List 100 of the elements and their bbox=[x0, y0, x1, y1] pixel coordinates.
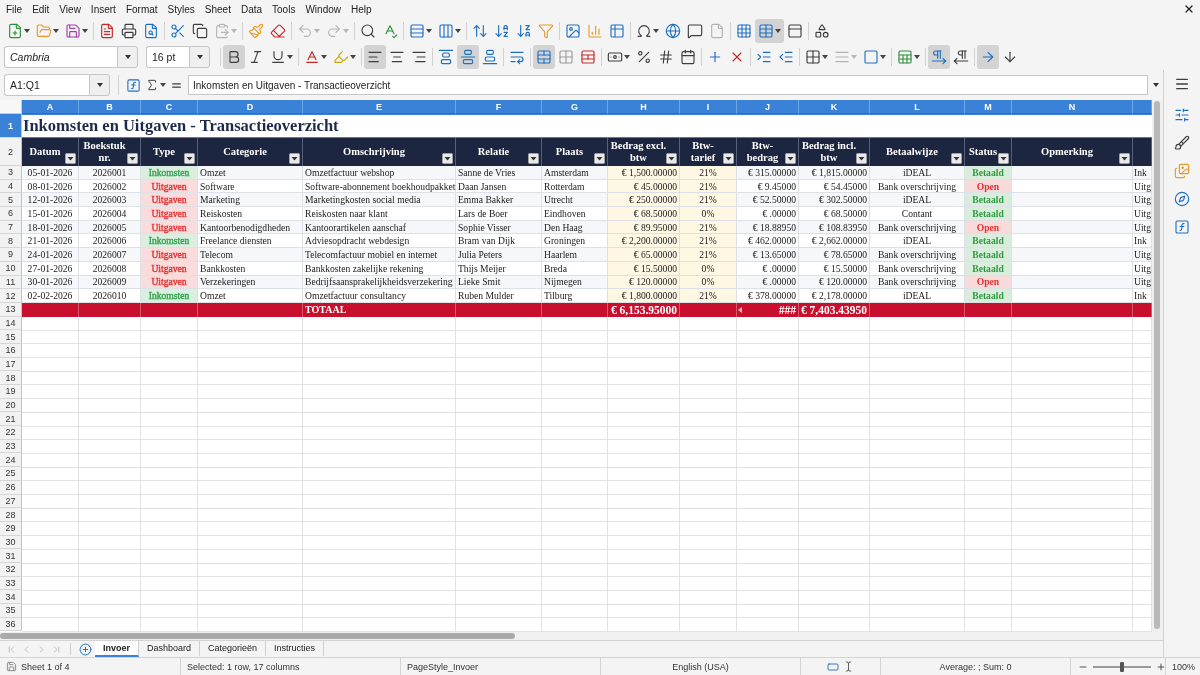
city-cell: Amsterdam bbox=[542, 166, 608, 180]
left-to-right-button[interactable] bbox=[928, 45, 950, 69]
menu-item[interactable]: Edit bbox=[27, 0, 55, 18]
name-box[interactable]: A1:Q1 bbox=[4, 74, 89, 96]
filter-dropdown-icon[interactable] bbox=[723, 153, 734, 164]
column-header[interactable]: K bbox=[799, 100, 870, 114]
dropdown-button[interactable] bbox=[117, 46, 138, 68]
row-header[interactable]: 22 bbox=[0, 426, 22, 440]
amount-cell: € 78.65000 bbox=[799, 248, 870, 262]
row-header[interactable]: 21 bbox=[0, 412, 22, 427]
slider-thumb[interactable] bbox=[1120, 661, 1124, 672]
row-header[interactable]: 35 bbox=[0, 604, 22, 618]
column-header[interactable]: F bbox=[456, 100, 542, 114]
column-header[interactable]: B bbox=[79, 100, 141, 114]
filter-dropdown-icon[interactable] bbox=[856, 153, 867, 164]
sheet-tab[interactable]: Dashboard bbox=[139, 641, 201, 657]
page-style: PageStyle_Invoer bbox=[407, 661, 479, 672]
row-header[interactable]: 12 bbox=[0, 289, 22, 303]
scrollbar-thumb[interactable] bbox=[0, 633, 515, 639]
filter-dropdown-icon[interactable] bbox=[65, 153, 76, 164]
file-plus-icon bbox=[7, 23, 23, 39]
chevron-last-icon bbox=[51, 643, 62, 655]
menu-item[interactable]: Sheet bbox=[199, 0, 236, 18]
menu-item[interactable]: Help bbox=[346, 0, 377, 18]
filter-dropdown-icon[interactable] bbox=[1119, 153, 1130, 164]
sheet-tab[interactable]: Categorieën bbox=[200, 641, 267, 657]
menu-item[interactable]: View bbox=[54, 0, 86, 18]
filter-dropdown-icon[interactable] bbox=[184, 153, 195, 164]
row-header[interactable]: 5 bbox=[0, 193, 22, 208]
category-cell: Omzet bbox=[198, 166, 303, 180]
dropdown-button[interactable] bbox=[89, 74, 110, 96]
status-cell: Betaald bbox=[965, 234, 1012, 249]
row-header[interactable]: 19 bbox=[0, 385, 22, 399]
row-header[interactable]: 1 bbox=[0, 114, 22, 138]
column-header[interactable]: J bbox=[737, 100, 799, 114]
document-number-cell: 2026007 bbox=[79, 248, 141, 262]
column-header[interactable]: G bbox=[542, 100, 608, 114]
menu-item[interactable]: Styles bbox=[162, 0, 200, 18]
row-header[interactable]: 34 bbox=[0, 590, 22, 604]
row-header[interactable]: 15 bbox=[0, 330, 22, 344]
clipboard-icon bbox=[214, 23, 230, 39]
add-sheet-button[interactable] bbox=[77, 641, 93, 657]
row-header[interactable]: 2 bbox=[0, 138, 22, 166]
column-header[interactable]: C bbox=[141, 100, 198, 114]
row-header[interactable]: 9 bbox=[0, 248, 22, 262]
row-header[interactable]: 18 bbox=[0, 371, 22, 385]
font-name-field[interactable]: Cambria bbox=[4, 46, 117, 68]
filter-dropdown-icon[interactable] bbox=[998, 153, 1009, 164]
formula-input[interactable]: Inkomsten en Uitgaven - Transactieoverzicht bbox=[188, 75, 1148, 95]
row-header[interactable]: 28 bbox=[0, 508, 22, 522]
font-size-field[interactable]: 16 pt bbox=[146, 46, 189, 68]
menu-item[interactable]: Format bbox=[120, 0, 163, 18]
sheet-tab[interactable]: Invoer bbox=[95, 641, 139, 657]
amount-cell: € 302.50000 bbox=[799, 193, 870, 208]
column-heading: Type bbox=[153, 146, 175, 158]
text-left-to-right-button[interactable] bbox=[977, 45, 999, 69]
menu-item[interactable]: Tools bbox=[267, 0, 301, 18]
truncated-cell: Ink bbox=[1133, 289, 1152, 303]
filter-dropdown-icon[interactable] bbox=[785, 153, 796, 164]
align-left-button[interactable] bbox=[364, 45, 386, 69]
caret-icon bbox=[1153, 83, 1159, 87]
column-header[interactable]: D bbox=[198, 100, 303, 114]
freeze-rows-columns-button[interactable] bbox=[755, 19, 784, 43]
dropdown-button[interactable] bbox=[189, 46, 210, 68]
relation-cell: Emma Bakker bbox=[456, 193, 542, 208]
column-header[interactable]: A bbox=[22, 100, 79, 114]
row-header[interactable]: 31 bbox=[0, 549, 22, 563]
empty-cell-grid[interactable] bbox=[22, 316, 1152, 632]
column-header[interactable]: I bbox=[680, 100, 737, 114]
column-header[interactable]: L bbox=[870, 100, 965, 114]
column-header[interactable]: H bbox=[608, 100, 680, 114]
filter-dropdown-icon[interactable] bbox=[666, 153, 677, 164]
menu-item[interactable]: File bbox=[1, 0, 28, 18]
column-header[interactable]: E bbox=[303, 100, 456, 114]
filter-dropdown-icon[interactable] bbox=[951, 153, 962, 164]
filter-dropdown-icon[interactable] bbox=[127, 153, 138, 164]
row-header[interactable]: 6 bbox=[0, 207, 22, 221]
sheet-tab[interactable]: Instructies bbox=[266, 641, 325, 657]
filter-dropdown-icon[interactable] bbox=[442, 153, 453, 164]
horizontal-scrollbar[interactable] bbox=[0, 632, 1163, 640]
filter-dropdown-icon[interactable] bbox=[594, 153, 605, 164]
row-header[interactable]: 3 bbox=[0, 166, 22, 180]
selection-info: Selected: 1 row, 17 columns bbox=[187, 661, 300, 672]
bold-button[interactable] bbox=[223, 45, 245, 69]
menu-item[interactable]: Insert bbox=[85, 0, 121, 18]
column-header[interactable]: N bbox=[1012, 100, 1133, 114]
row-header[interactable]: 24 bbox=[0, 453, 22, 468]
type-cell: Inkomsten bbox=[141, 166, 198, 180]
menu-item[interactable]: Window bbox=[300, 0, 346, 18]
filter-dropdown-icon[interactable] bbox=[289, 153, 300, 164]
close-document-button[interactable] bbox=[1183, 3, 1195, 15]
vat-rate-cell: 0% bbox=[680, 207, 737, 221]
filter-dropdown-icon[interactable] bbox=[528, 153, 539, 164]
row-header[interactable]: 25 bbox=[0, 467, 22, 481]
column-header[interactable]: M bbox=[965, 100, 1012, 114]
merge-center-button[interactable] bbox=[533, 45, 555, 69]
menu-item[interactable]: Data bbox=[235, 0, 268, 18]
align-middle-button[interactable] bbox=[457, 45, 479, 69]
merge-cells-icon bbox=[536, 49, 552, 65]
row-header[interactable]: 8 bbox=[0, 234, 22, 249]
